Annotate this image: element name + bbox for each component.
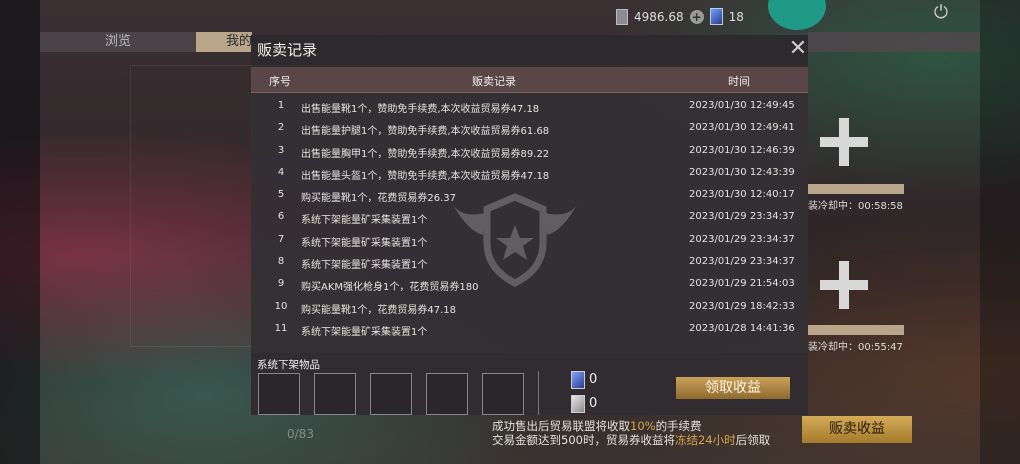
table-row: 1 出售能量靴1个，赞助免手续费,本次收益贸易券47.18 2023/01/30 1… (251, 95, 808, 117)
add-slot-icon[interactable] (820, 118, 868, 166)
card-count: 18 (728, 9, 744, 24)
table-row: 5 购买能量靴1个，花费贸易券26.37 2023/01/30 12:40:17 (251, 184, 808, 206)
cooldown-text: 装冷却中：00:58:58 (808, 201, 903, 212)
power-icon[interactable]: ⏻ (930, 2, 952, 24)
record-text: 出售能量胸甲1个，赞助免手续费,本次收益贸易券89.22 (301, 148, 550, 160)
item-slot[interactable] (314, 373, 356, 415)
close-icon[interactable]: ✕ (787, 38, 809, 61)
add-currency-icon[interactable]: + (689, 9, 704, 24)
table-row: 7 系统下架能量矿采集装置1个 2023/01/29 23:34:37 (251, 229, 808, 251)
record-time: 2023/01/29 23:34:37 (689, 256, 795, 268)
table-row: 2 出售能量护腿1个，赞助免手续费,本次收益贸易券61.68 2023/01/30 … (251, 117, 808, 139)
record-text: 系统下架能量矿采集装置1个 (301, 215, 428, 227)
cooldown-text: 装冷却中：00:55:47 (808, 342, 903, 353)
table-row: 4 出售能量头盔1个，赞助免手续费,本次收益贸易券47.18 2023/01/30 … (251, 162, 808, 184)
record-text: 购买能量靴1个，花费贸易券47.18 (301, 304, 456, 316)
record-list[interactable]: 1 出售能量靴1个，赞助免手续费,本次收益贸易券47.18 2023/01/30 1… (251, 95, 808, 352)
listing-count: 0/83 (287, 427, 314, 441)
table-row: 9 购买AKM强化枪身1个，花费贸易券180 2023/01/29 21:54:03 (251, 273, 808, 295)
currency-value: 4986.68 (634, 9, 684, 24)
record-index: 8 (277, 256, 285, 268)
table-row: 6 系统下架能量矿采集装置1个 2023/01/29 23:34:37 (251, 206, 808, 228)
inventory-grid (130, 65, 252, 347)
record-text: 出售能量靴1个，赞助免手续费,本次收益贸易券47.18 (301, 104, 540, 115)
record-text: 购买AKM强化枪身1个，花费贸易券180 (301, 282, 479, 294)
claim-earnings-button[interactable]: 领取收益 (676, 377, 790, 399)
record-time: 2023/01/29 18:42:33 (689, 300, 795, 312)
record-text: 出售能量头盔1个，赞助免手续费,本次收益贸易券47.18 (301, 170, 550, 182)
record-index: 10 (274, 300, 288, 312)
right-shade (980, 0, 1020, 464)
col-index-header: 序号 (269, 75, 291, 88)
table-row: 11 系统下架能量矿采集装置1个 2023/01/28 14:41:36 (251, 318, 808, 340)
card-reward-value: 0 (589, 372, 598, 387)
record-time: 2023/01/30 12:43:39 (689, 166, 795, 178)
table-row: 10 购买能量靴1个，花费贸易券47.18 2023/01/29 18:42:33 (251, 296, 808, 318)
record-time: 2023/01/28 14:41:36 (689, 322, 795, 334)
table-header: 序号 贩卖记录 时间 (251, 67, 808, 93)
record-text: 系统下架能量矿采集装置1个 (301, 326, 428, 338)
record-text: 出售能量护腿1个，赞助免手续费,本次收益贸易券61.68 (301, 126, 550, 138)
record-index: 9 (277, 278, 285, 290)
table-row: 8 系统下架能量矿采集装置1个 2023/01/29 23:34:37 (251, 251, 808, 273)
record-index: 4 (277, 166, 285, 178)
tab-browse[interactable]: 浏览 (40, 32, 196, 52)
delisted-items-title: 系统下架物品 (257, 359, 320, 371)
record-index: 3 (277, 144, 285, 156)
record-time: 2023/01/30 12:49:41 (689, 122, 795, 134)
record-index: 5 (277, 189, 285, 201)
record-text: 系统下架能量矿采集装置1个 (301, 260, 428, 272)
trade-ticket-icon (616, 8, 628, 25)
item-slot[interactable] (258, 373, 300, 415)
delisted-items-panel: 系统下架物品 0 0 领取收益 (251, 353, 808, 415)
card-icon (709, 8, 723, 25)
add-slot-icon[interactable] (820, 261, 868, 309)
left-shade (0, 0, 40, 464)
dialog-title: 贩卖记录 (257, 41, 318, 59)
record-text: 系统下架能量矿采集装置1个 (301, 237, 428, 249)
ticket-reward-value: 0 (589, 396, 598, 411)
sell-earnings-button[interactable]: 贩卖收益 (802, 416, 912, 443)
record-text: 购买能量靴1个，花费贸易券26.37 (301, 193, 456, 205)
record-time: 2023/01/30 12:40:17 (689, 189, 795, 201)
sales-record-dialog: 贩卖记录 ✕ 序号 贩卖记录 时间 1 出售能量靴1个，赞助免手续费,本次收益贸易… (251, 35, 808, 415)
cooldown-bar (808, 325, 904, 335)
card-icon (571, 371, 585, 389)
item-slot[interactable] (482, 373, 524, 415)
header-strip (808, 32, 980, 52)
record-time: 2023/01/30 12:49:45 (689, 100, 795, 111)
currency-bar: 4986.68 + 18 (616, 8, 744, 25)
dialog-header: 贩卖记录 ✕ (251, 35, 808, 65)
cooldown-bar (808, 184, 904, 194)
record-time: 2023/01/29 23:34:37 (689, 233, 795, 245)
col-time-header: 时间 (728, 75, 750, 88)
item-slot[interactable] (370, 373, 412, 415)
record-index: 2 (277, 122, 285, 134)
tab-mine[interactable]: 我的 (196, 32, 252, 52)
divider (538, 371, 539, 415)
col-record-header: 贩卖记录 (472, 75, 516, 88)
table-row: 3 出售能量胸甲1个，赞助免手续费,本次收益贸易券89.22 2023/01/30 … (251, 140, 808, 162)
freeze-notice: 交易金额达到500时，贸易券收益将冻结24小时后领取 (492, 433, 771, 447)
record-index: 7 (277, 233, 285, 245)
record-time: 2023/01/29 21:54:03 (689, 278, 795, 290)
record-index: 11 (274, 322, 288, 334)
record-time: 2023/01/30 12:46:39 (689, 144, 795, 156)
item-slot[interactable] (426, 373, 468, 415)
record-time: 2023/01/29 23:34:37 (689, 211, 795, 223)
record-index: 6 (277, 211, 285, 223)
record-index: 1 (277, 100, 285, 111)
trade-ticket-icon (571, 395, 585, 413)
